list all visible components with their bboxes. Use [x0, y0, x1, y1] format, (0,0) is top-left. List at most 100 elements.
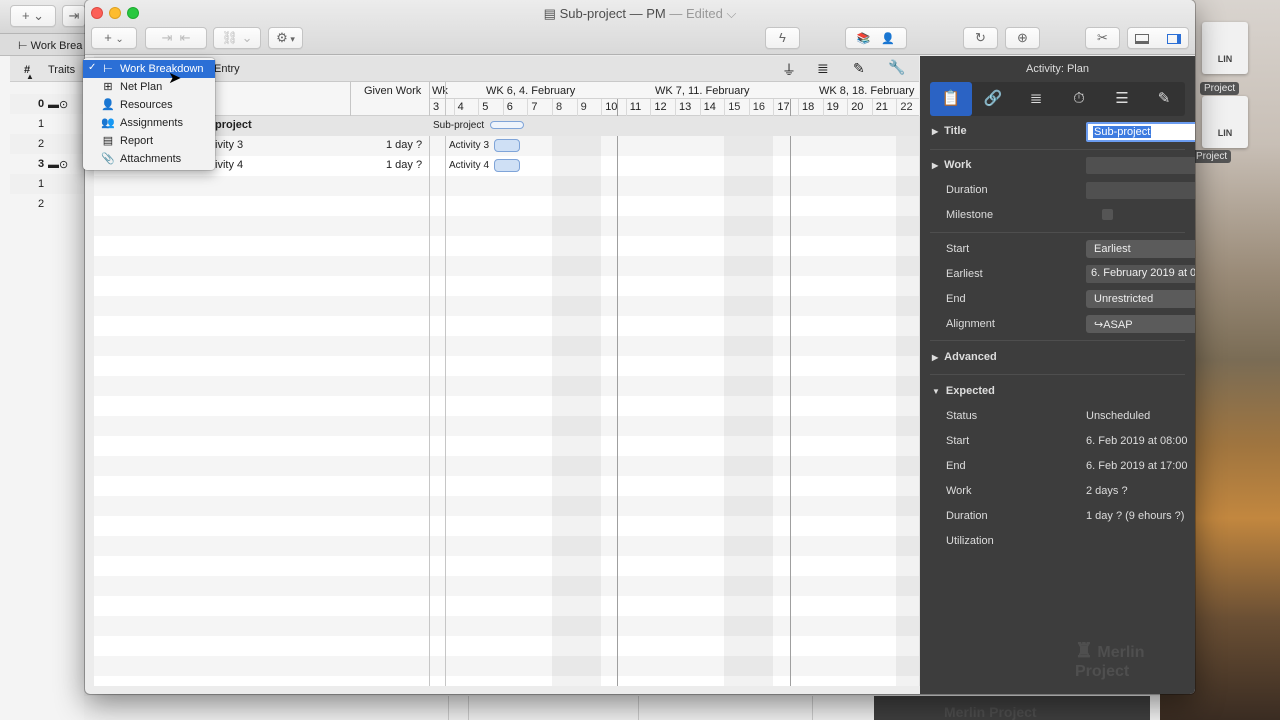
empty-grid-row [94, 676, 919, 694]
work-section-toggle[interactable]: ▶ Work [932, 159, 971, 171]
duration-input[interactable] [1086, 182, 1195, 199]
globe-button[interactable]: ⊕ [1005, 27, 1040, 49]
wrench-icon[interactable]: 🔧 [888, 59, 905, 76]
table-row[interactable]: ivity 3 1 day ? Activity 3 [94, 136, 919, 156]
background-row[interactable]: 2 [10, 134, 84, 154]
link-button[interactable]: ⛓ ⌄ [213, 27, 261, 49]
day-separator [896, 99, 898, 116]
library-user-buttons[interactable]: 📚 👤 [845, 27, 907, 49]
end-label: End [946, 293, 966, 305]
column-traits-header[interactable]: Traits [48, 64, 75, 76]
expected-section-toggle[interactable]: ▼ Expected [932, 385, 995, 397]
desktop-file-icon[interactable]: LIN [1202, 96, 1248, 148]
day-header-cell: 14 [703, 101, 716, 113]
given-work-value: 1 day ? [386, 139, 423, 151]
disclosure-right-icon: ▶ [932, 161, 939, 170]
table-row[interactable]: project Sub-project [94, 116, 919, 136]
day-header-cell: 9 [580, 101, 587, 113]
day-header-cell: 20 [851, 101, 864, 113]
indent-button[interactable]: ⇥ [62, 5, 86, 27]
disclosure-right-icon: ▶ [932, 353, 939, 362]
weekend-shading [576, 116, 602, 686]
activity-bar[interactable] [494, 159, 520, 172]
desktop-file-tag: Project [1200, 82, 1240, 95]
menu-item-work-breakdown[interactable]: ✓ ⊢ Work Breakdown [83, 60, 215, 78]
day-header-cell: 5 [482, 101, 489, 113]
empty-grid-row [94, 476, 919, 496]
add-button[interactable]: + ⌄ [10, 5, 56, 27]
row-title: ivity 3 [215, 139, 244, 151]
bottom-pane-icon[interactable] [1135, 33, 1150, 44]
title-menu-chevron-icon[interactable]: ⌵ [727, 6, 737, 21]
gantt-area: Entry ⏚ ≣ ✎ 🔧 Given Work Wk WK 6, 4. Feb… [94, 56, 947, 686]
gantt-align-icon[interactable]: ≣ [817, 60, 829, 77]
background-row[interactable]: 2 [10, 194, 84, 214]
expected-work-value: 2 days ? [1086, 485, 1128, 497]
empty-grid-row [94, 436, 919, 456]
add-activity-button[interactable]: + ⌄ [91, 27, 137, 49]
summary-bar[interactable] [490, 121, 524, 129]
view-popup-menu: ✓ ⊢ Work Breakdown ⊞ Net Plan 👤 Resources 👥 A… [83, 58, 215, 170]
start-select[interactable]: Earliest⬍ [1086, 240, 1195, 258]
advanced-section-toggle[interactable]: ▶ Advanced [932, 351, 997, 363]
flash-button[interactable]: ϟ [765, 27, 800, 49]
work-input[interactable] [1086, 157, 1195, 174]
empty-grid-row [94, 216, 919, 236]
background-row[interactable]: 3 ▬⊙ [10, 154, 84, 174]
empty-grid-row [94, 576, 919, 596]
given-work-column-header[interactable]: Given Work [364, 85, 421, 97]
day-header-cell: 15 [728, 101, 741, 113]
gear-icon: ⚙ [276, 30, 288, 45]
info-tab-icon[interactable]: 📋 [930, 82, 972, 116]
week-label: WK 6, 4. February [486, 85, 576, 97]
cost-tab-icon[interactable]: ≣ [1015, 82, 1057, 116]
earliest-date-field[interactable]: 6. February 2019 at 00:00▦ [1086, 265, 1195, 283]
menu-item-net-plan[interactable]: ⊞ Net Plan [83, 78, 215, 96]
layout-toggle-buttons[interactable] [1127, 27, 1189, 49]
notes-tab-icon[interactable]: ✎ [1143, 82, 1185, 116]
day-separator [625, 99, 627, 116]
grid-header: Given Work Wk WK 6, 4. February WK 7, 11… [94, 82, 947, 116]
milestone-checkbox[interactable] [1102, 209, 1113, 220]
table-row[interactable]: ivity 4 1 day ? Activity 4 [94, 156, 919, 176]
refresh-button[interactable]: ↻ [963, 27, 998, 49]
alignment-select[interactable]: ↪ASAP⬍ [1086, 315, 1195, 333]
side-pane-icon[interactable] [1166, 33, 1181, 44]
background-row[interactable]: 1 [10, 114, 84, 134]
refresh-icon: ↻ [975, 30, 986, 45]
settings-button[interactable]: ⚙ ▾ [268, 27, 303, 49]
list-tab-icon[interactable]: ☰ [1101, 82, 1143, 116]
brush-icon[interactable]: ✎ [853, 60, 865, 77]
empty-grid-row [94, 616, 919, 636]
day-separator [478, 99, 480, 116]
background-row[interactable]: 0 ▬⊙ [10, 94, 84, 114]
title-input[interactable]: Sub-project [1086, 122, 1195, 142]
background-row[interactable]: 1 [10, 174, 84, 194]
menu-item-resources[interactable]: 👤 Resources [83, 96, 215, 114]
desktop-file-icon[interactable]: LIN [1202, 22, 1248, 74]
disclosure-right-icon: ▶ [932, 127, 939, 136]
empty-grid-row [94, 336, 919, 356]
day-header-cell: 8 [556, 101, 563, 113]
background-inspector-watermark: Merlin Project [874, 696, 1150, 720]
bar-label: Activity 3 [449, 140, 490, 151]
activity-bar[interactable] [494, 139, 520, 152]
day-header-cell: 12 [654, 101, 667, 113]
title-bar: ▤ Sub-project — PM — Edited ⌵ + ⌄ ⇥ ⇤ ⛓ … [85, 0, 1195, 55]
week-label: WK 8, 18. February [819, 85, 915, 97]
end-select[interactable]: Unrestricted⬍ [1086, 290, 1195, 308]
indent-outdent-button[interactable]: ⇥ ⇤ [145, 27, 207, 49]
filter-icon[interactable]: ⏚ [782, 60, 796, 80]
background-outline: # ▲ Traits 0 ▬⊙ 1 2 3 ▬⊙ 1 2 [0, 56, 84, 720]
checkmark-icon: ✓ [88, 62, 97, 73]
day-separator [650, 99, 652, 116]
links-tab-icon[interactable]: 🔗 [972, 82, 1014, 116]
background-outline-header: # ▲ Traits [10, 56, 84, 82]
background-view-tab[interactable]: ⊢ Work Brea [18, 39, 82, 52]
menu-item-assignments[interactable]: 👥 Assignments [83, 114, 215, 132]
title-section-toggle[interactable]: ▶ Title [932, 125, 967, 137]
timer-tab-icon[interactable]: ⏱ [1058, 82, 1100, 116]
tools-button[interactable]: ✂ [1085, 27, 1120, 49]
menu-item-report[interactable]: ▤ Report [83, 132, 215, 150]
menu-item-attachments[interactable]: 📎 Attachments [83, 150, 215, 168]
